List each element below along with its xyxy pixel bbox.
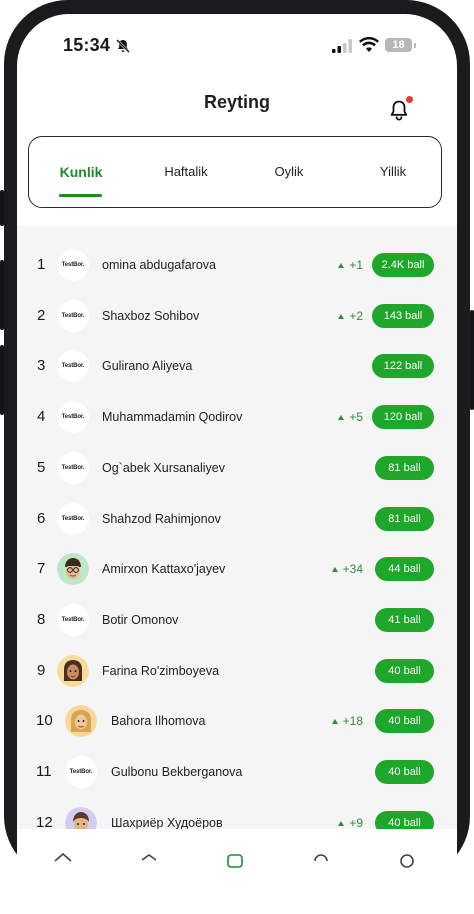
ranking-row[interactable]: 9 Farina Ro'zimboyeva 40 ball <box>17 646 457 696</box>
user-name: Farina Ro'zimboyeva <box>102 663 220 678</box>
testbor-logo-avatar: TestBor. <box>57 299 89 332</box>
rank-number: 1 <box>37 256 46 273</box>
ranking-row[interactable]: 11 TestBor. Gulbonu Bekberganova 40 ball <box>17 747 457 797</box>
notification-dot <box>406 96 413 103</box>
testbor-logo-avatar: TestBor. <box>57 502 89 535</box>
rank-change: +2 <box>338 291 363 341</box>
avatar-logo-text: TestBor. <box>69 769 93 775</box>
avatar-logo-text: TestBor. <box>61 464 85 471</box>
user-name: Amirxon Kattaxo'jayev <box>102 562 226 577</box>
status-time: 15:34 <box>63 35 111 55</box>
score-badge: 41 ball <box>375 607 434 632</box>
ranking-row[interactable]: 6 TestBor. Shahzod Rahimjonov 81 ball <box>17 494 457 544</box>
score-badge: 40 ball <box>375 658 434 683</box>
bottom-navigation <box>17 829 457 869</box>
testbor-logo-avatar: TestBor. <box>65 756 97 788</box>
rank-number: 6 <box>37 509 46 527</box>
score-badge: 120 ball <box>372 405 434 430</box>
user-avatar <box>57 553 89 586</box>
rank-number: 2 <box>37 306 46 324</box>
wifi-icon <box>359 37 379 52</box>
rank-up-icon <box>338 820 345 826</box>
active-tab-indicator <box>59 194 102 197</box>
rank-change: +18 <box>331 696 363 746</box>
avatar-logo-text: TestBor. <box>61 515 85 522</box>
rank-number: 9 <box>37 661 46 679</box>
avatar-logo-text: TestBor. <box>61 363 85 370</box>
battery-cap <box>414 43 416 48</box>
status-bar: 15:34 18 <box>17 14 457 78</box>
rank-up-icon <box>338 263 345 268</box>
user-name: Shaxboz Sohibov <box>102 308 200 323</box>
avatar-logo-text: TestBor. <box>61 616 85 623</box>
testbor-logo-avatar: TestBor. <box>57 401 89 434</box>
testbor-logo-avatar: TestBor. <box>57 350 89 383</box>
rank-number: 7 <box>37 560 46 578</box>
rank-change: +34 <box>331 544 363 594</box>
rank-number: 4 <box>37 408 46 426</box>
rank-up-icon <box>338 313 345 319</box>
bell-slash-icon <box>116 39 130 53</box>
user-avatar <box>65 705 97 738</box>
avatar-logo-text: TestBor. <box>61 262 85 268</box>
rank-change: +5 <box>338 392 363 442</box>
support-icon[interactable] <box>311 851 331 871</box>
volume-up-button <box>0 260 4 330</box>
user-name: Botir Omonov <box>102 612 179 627</box>
ranking-row[interactable]: 10 Bahora Ilhomova +18 40 ball <box>17 696 457 746</box>
user-name: Gulirano Aliyeva <box>102 359 193 374</box>
ranking-list: 1 TestBor. omina abdugafarova +1 2.4K ball 2 T… <box>17 226 457 846</box>
volume-down-button <box>0 345 4 415</box>
user-name: Shahzod Rahimjonov <box>102 511 221 526</box>
score-badge: 143 ball <box>372 303 434 328</box>
ranking-row[interactable]: 7 Amirxon Kattaxo'jayev +34 44 ball <box>17 544 457 594</box>
battery-indicator: 18 <box>385 38 412 52</box>
tab-yillik[interactable]: Yillik <box>363 137 423 207</box>
profile-icon[interactable] <box>397 851 417 871</box>
testbor-logo-avatar: TestBor. <box>57 603 89 636</box>
ranking-row[interactable]: 4 TestBor. Muhammadamin Qodirov +5 120 ball <box>17 392 457 442</box>
user-name: Bahora Ilhomova <box>111 714 206 729</box>
avatar-logo-text: TestBor. <box>61 312 85 319</box>
app-screen: 15:34 18 Reyting Kunlik Haftalik Oylik Y… <box>17 14 457 914</box>
user-name: Gulbonu Bekberganova <box>111 765 243 779</box>
tests-icon[interactable] <box>139 851 159 871</box>
power-button <box>470 310 474 410</box>
tab-oylik[interactable]: Oylik <box>259 137 319 207</box>
tab-haftalik[interactable]: Haftalik <box>151 137 221 207</box>
user-name: omina abdugafarova <box>102 258 216 272</box>
avatar-logo-text: TestBor. <box>61 414 85 421</box>
testbor-logo-avatar: TestBor. <box>57 249 89 281</box>
rank-change: +1 <box>338 240 363 290</box>
score-badge: 40 ball <box>375 760 434 784</box>
score-badge: 40 ball <box>375 709 434 734</box>
rank-number: 8 <box>37 610 46 628</box>
rank-up-icon <box>331 719 338 725</box>
ranking-row[interactable]: 5 TestBor. Og`abek Xursanaliyev 81 ball <box>17 443 457 493</box>
rank-number: 11 <box>36 763 52 780</box>
score-badge: 44 ball <box>375 557 434 582</box>
user-avatar <box>57 654 89 687</box>
ranking-row[interactable]: 8 TestBor. Botir Omonov 41 ball <box>17 595 457 645</box>
ranking-row[interactable]: 1 TestBor. omina abdugafarova +1 2.4K ball <box>17 240 457 290</box>
home-icon[interactable] <box>53 851 73 871</box>
period-tabs: Kunlik Haftalik Oylik Yillik <box>28 136 442 208</box>
score-badge: 122 ball <box>372 354 434 379</box>
score-badge: 81 ball <box>375 506 434 531</box>
rank-up-icon <box>338 415 345 421</box>
rank-number: 10 <box>36 712 53 730</box>
user-name: Muhammadamin Qodirov <box>102 410 243 425</box>
user-name: Og`abek Xursanaliyev <box>102 460 225 475</box>
rank-number: 5 <box>37 458 46 476</box>
score-badge: 81 ball <box>375 455 434 480</box>
mute-switch <box>0 190 4 226</box>
ranking-row[interactable]: 2 TestBor. Shaxboz Sohibov +2 143 ball <box>17 291 457 341</box>
rating-icon[interactable] <box>225 851 245 871</box>
rank-number: 3 <box>37 357 46 375</box>
cellular-signal-icon <box>332 39 352 53</box>
score-badge: 2.4K ball <box>372 253 434 277</box>
testbor-logo-avatar: TestBor. <box>57 451 89 484</box>
rank-up-icon <box>331 567 338 573</box>
ranking-row[interactable]: 3 TestBor. Gulirano Aliyeva 122 ball <box>17 341 457 391</box>
